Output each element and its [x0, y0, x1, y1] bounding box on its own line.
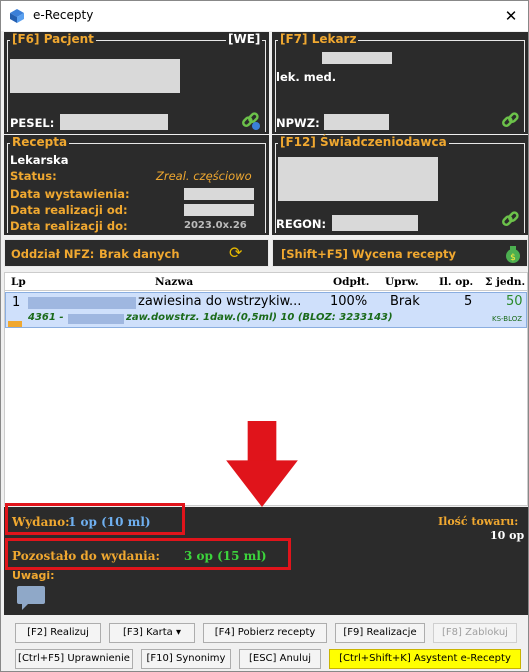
- regon-label: REGON:: [276, 217, 327, 231]
- table-header: Lp Nazwa Odpłt. Uprw. Il. op. Σ jedn.: [5, 273, 527, 291]
- lekarz-name-redacted: [322, 52, 392, 64]
- link-icon[interactable]: [500, 209, 522, 231]
- we-label[interactable]: [WE]: [226, 32, 263, 46]
- refresh-icon[interactable]: ⟳: [229, 243, 242, 262]
- comment-icon[interactable]: [16, 585, 46, 611]
- close-button[interactable]: ✕: [497, 3, 525, 29]
- recepta-type: Lekarska: [10, 153, 69, 167]
- regon-redacted: [332, 215, 418, 231]
- status-label: Status:: [10, 169, 57, 183]
- ks-bloz-badge: KS-BLOZ: [492, 315, 523, 323]
- row-name: zawiesina do wstrzykiw...: [138, 294, 302, 309]
- col-odplt[interactable]: Odpłt.: [333, 276, 369, 288]
- row-jedn: 50: [506, 294, 523, 309]
- row-sub-text: zaw.dowstrz. 1daw.(0,5ml) 10 (BLOZ: 3233…: [126, 312, 393, 323]
- uprawnienie-button[interactable]: [Ctrl+F5] Uprawnienie: [15, 649, 133, 669]
- realizuj-button[interactable]: [F2] Realizuj: [15, 623, 101, 643]
- pacjent-title[interactable]: [F6] Pacjent: [10, 32, 96, 46]
- row-ilop: 5: [464, 294, 473, 309]
- lekarz-title[interactable]: [F7] Lekarz: [278, 32, 359, 46]
- erecepty-window: e-Recepty ✕ [F6] Pacjent [WE] PESEL: [F7…: [0, 0, 529, 672]
- row-sub-prefix: 4361 -: [28, 312, 64, 323]
- asystent-erecepty-button[interactable]: [Ctrl+Shift+K] Asystent e-Recepty: [329, 649, 521, 669]
- money-bag-icon: $: [506, 246, 520, 263]
- table-row[interactable]: 1 zawiesina do wstrzykiw... 100% Brak 5 …: [5, 292, 527, 328]
- synonimy-button[interactable]: [F10] Synonimy: [141, 649, 231, 669]
- realizacje-button[interactable]: [F9] Realizacje: [335, 623, 425, 643]
- pozostalo-highlight: [5, 538, 291, 570]
- drug-name-redacted: [28, 297, 136, 309]
- title-bar: e-Recepty ✕: [1, 1, 528, 31]
- link-icon[interactable]: [240, 110, 262, 132]
- nfz-bar: Oddział NFZ: Brak danych ⟳: [4, 239, 269, 267]
- lekarz-prefix: lek. med.: [276, 70, 337, 84]
- col-uprw[interactable]: Uprw.: [385, 276, 419, 288]
- pobierz-recepty-button[interactable]: [F4] Pobierz recepty: [203, 623, 327, 643]
- patient-name-redacted: [10, 59, 180, 93]
- uwagi-label: Uwagi:: [12, 569, 55, 582]
- realization-to-value: 2023.0x.26: [184, 220, 247, 231]
- col-nazwa[interactable]: Nazwa: [155, 276, 193, 288]
- down-arrow-annotation: [226, 421, 298, 507]
- col-ilop[interactable]: Il. op.: [439, 276, 473, 288]
- pacjent-panel: [F6] Pacjent [WE] PESEL:: [4, 32, 269, 134]
- row-lp: 1: [12, 295, 21, 310]
- nfz-label: Oddział NFZ:: [11, 247, 95, 261]
- link-icon[interactable]: [500, 110, 522, 132]
- col-jedn[interactable]: Σ jedn.: [485, 276, 525, 288]
- drug-table: Lp Nazwa Odpłt. Uprw. Il. op. Σ jedn. 1 …: [4, 272, 528, 507]
- recepta-title: Recepta: [10, 135, 70, 149]
- wydano-highlight: [5, 503, 185, 535]
- swiadczeniodawca-panel: [F12] Świadczeniodawca REGON:: [272, 135, 528, 235]
- issued-date-redacted: [184, 188, 254, 200]
- zablokuj-button[interactable]: [F8] Zablokuj: [433, 623, 517, 643]
- wycena-label[interactable]: [Shift+F5] Wycena recepty: [281, 247, 456, 261]
- row-uprw: Brak: [390, 294, 420, 309]
- row-orange-marker: [8, 321, 22, 327]
- npwz-redacted: [324, 114, 389, 130]
- swiadczeniodawca-title[interactable]: [F12] Świadczeniodawca: [278, 135, 449, 149]
- sub-redacted: [68, 314, 124, 324]
- pesel-redacted: [60, 114, 168, 130]
- pesel-label: PESEL:: [10, 116, 55, 130]
- from-date-redacted: [184, 204, 254, 216]
- status-value: Zreal. częściowo: [156, 169, 252, 183]
- issued-label: Data wystawienia:: [10, 187, 130, 201]
- provider-redacted: [278, 157, 438, 201]
- realization-to-label: Data realizacji do:: [10, 219, 128, 233]
- npwz-label: NPWZ:: [276, 116, 320, 130]
- wycena-bar[interactable]: [Shift+F5] Wycena recepty $: [272, 239, 528, 267]
- app-icon: [10, 9, 24, 23]
- svg-text:$: $: [510, 253, 516, 263]
- nfz-value: Brak danych: [99, 247, 180, 261]
- realization-from-label: Data realizacji od:: [10, 203, 128, 217]
- karta-button[interactable]: [F3] Karta ▾: [109, 623, 195, 643]
- ilosc-value: 10 op: [490, 529, 525, 542]
- anuluj-button[interactable]: [ESC] Anuluj: [239, 649, 321, 669]
- col-lp[interactable]: Lp: [11, 276, 26, 288]
- lekarz-panel: [F7] Lekarz lek. med. NPWZ:: [272, 32, 528, 134]
- ilosc-label: Ilość towaru:: [438, 515, 519, 528]
- recepta-panel: Recepta Lekarska Status: Zreal. częściow…: [4, 135, 269, 235]
- window-title: e-Recepty: [33, 8, 94, 22]
- row-odplt: 100%: [330, 294, 368, 309]
